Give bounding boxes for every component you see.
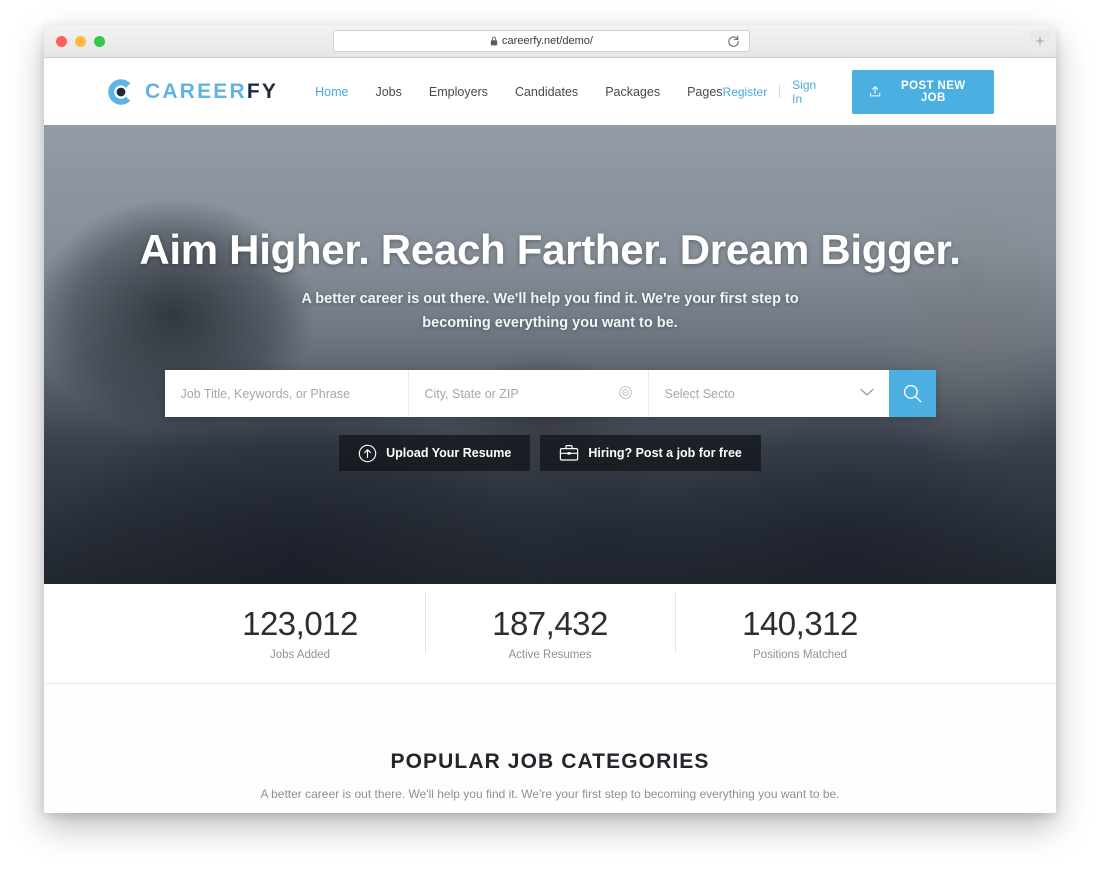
hero-subtitle: A better career is out there. We'll help… <box>301 291 799 331</box>
address-bar-content: careerfy.net/demo/ <box>490 35 593 47</box>
popular-categories-section: POPULAR JOB CATEGORIES A better career i… <box>44 684 1056 801</box>
nav-item-home[interactable]: Home <box>315 85 348 99</box>
url-text: careerfy.net/demo/ <box>502 35 593 47</box>
nav-item-employers[interactable]: Employers <box>429 85 488 99</box>
location-field[interactable] <box>409 370 649 418</box>
stat-value: 140,312 <box>742 605 858 643</box>
search-submit-button[interactable] <box>888 370 936 418</box>
keywords-field[interactable] <box>165 370 409 418</box>
new-tab-label: + <box>1035 32 1045 50</box>
browser-chrome: careerfy.net/demo/ + <box>44 25 1056 58</box>
stat-label: Positions Matched <box>753 648 847 661</box>
stat-active-resumes: 187,432 Active Resumes <box>425 592 675 661</box>
nav-item-candidates[interactable]: Candidates <box>515 85 578 99</box>
stat-jobs-added: 123,012 Jobs Added <box>175 605 425 661</box>
stat-value: 187,432 <box>492 605 608 643</box>
logo-text-primary: CAREER <box>145 80 247 103</box>
post-new-job-button[interactable]: POST NEW JOB <box>852 69 994 114</box>
lock-icon <box>490 36 498 46</box>
upload-resume-button[interactable]: Upload Your Resume <box>339 435 531 472</box>
site-header: CAREERFY Home Jobs Employers Candidates … <box>44 58 1056 125</box>
new-tab-button[interactable]: + <box>1029 30 1051 52</box>
stat-value: 123,012 <box>242 605 358 643</box>
stats-counters: 123,012 Jobs Added 187,432 Active Resume… <box>44 584 1056 684</box>
sector-select-value: Select Secto <box>664 386 735 401</box>
page-viewport: CAREERFY Home Jobs Employers Candidates … <box>44 58 1056 813</box>
job-search-bar: Select Secto <box>164 370 936 418</box>
maximize-window-button[interactable] <box>94 36 105 47</box>
post-job-free-label: Hiring? Post a job for free <box>588 446 742 461</box>
window-traffic-lights <box>56 36 105 47</box>
upload-icon <box>870 86 881 97</box>
nav-item-jobs[interactable]: Jobs <box>375 85 401 99</box>
post-new-job-label: POST NEW JOB <box>901 79 966 104</box>
hero-cta-group: Upload Your Resume Hiring? Post a job fo… <box>339 435 761 472</box>
address-bar[interactable]: careerfy.net/demo/ <box>333 30 750 52</box>
browser-window: careerfy.net/demo/ + CAREERFY Home Jobs … <box>44 25 1056 813</box>
logo-text-secondary: FY <box>246 80 279 103</box>
briefcase-icon <box>560 445 579 461</box>
minimize-window-button[interactable] <box>75 36 86 47</box>
chevron-down-icon <box>859 389 874 396</box>
post-job-free-button[interactable]: Hiring? Post a job for free <box>540 435 761 472</box>
auth-divider <box>779 85 781 98</box>
nav-item-pages[interactable]: Pages <box>687 85 722 99</box>
geolocation-target-icon[interactable] <box>618 385 633 400</box>
hero-content: Aim Higher. Reach Farther. Dream Bigger.… <box>44 125 1056 584</box>
categories-subheading: A better career is out there. We'll help… <box>260 787 840 801</box>
logo-wordmark: CAREERFY <box>145 81 278 102</box>
hero-section: Aim Higher. Reach Farther. Dream Bigger.… <box>44 125 1056 584</box>
reload-icon[interactable] <box>726 34 741 49</box>
sector-select[interactable]: Select Secto <box>649 370 889 417</box>
search-keywords-input[interactable] <box>180 386 392 401</box>
site-logo[interactable]: CAREERFY <box>106 77 278 107</box>
register-link[interactable]: Register <box>723 85 768 99</box>
stat-label: Active Resumes <box>508 648 592 661</box>
close-window-button[interactable] <box>56 36 67 47</box>
stat-positions-matched: 140,312 Positions Matched <box>675 592 925 661</box>
upload-circle-icon <box>358 444 377 462</box>
nav-item-packages[interactable]: Packages <box>605 85 660 99</box>
categories-heading: POPULAR JOB CATEGORIES <box>390 750 710 773</box>
search-icon <box>903 385 921 403</box>
sign-in-link[interactable]: Sign In <box>792 78 827 106</box>
main-navigation: Home Jobs Employers Candidates Packages … <box>315 85 722 99</box>
upload-resume-label: Upload Your Resume <box>386 446 512 461</box>
careerfy-c-logo-icon <box>108 78 131 105</box>
search-location-input[interactable] <box>424 386 632 401</box>
hero-title: Aim Higher. Reach Farther. Dream Bigger. <box>139 226 961 273</box>
header-actions: Register Sign In POST NEW JOB <box>723 69 994 114</box>
stat-label: Jobs Added <box>269 648 331 661</box>
